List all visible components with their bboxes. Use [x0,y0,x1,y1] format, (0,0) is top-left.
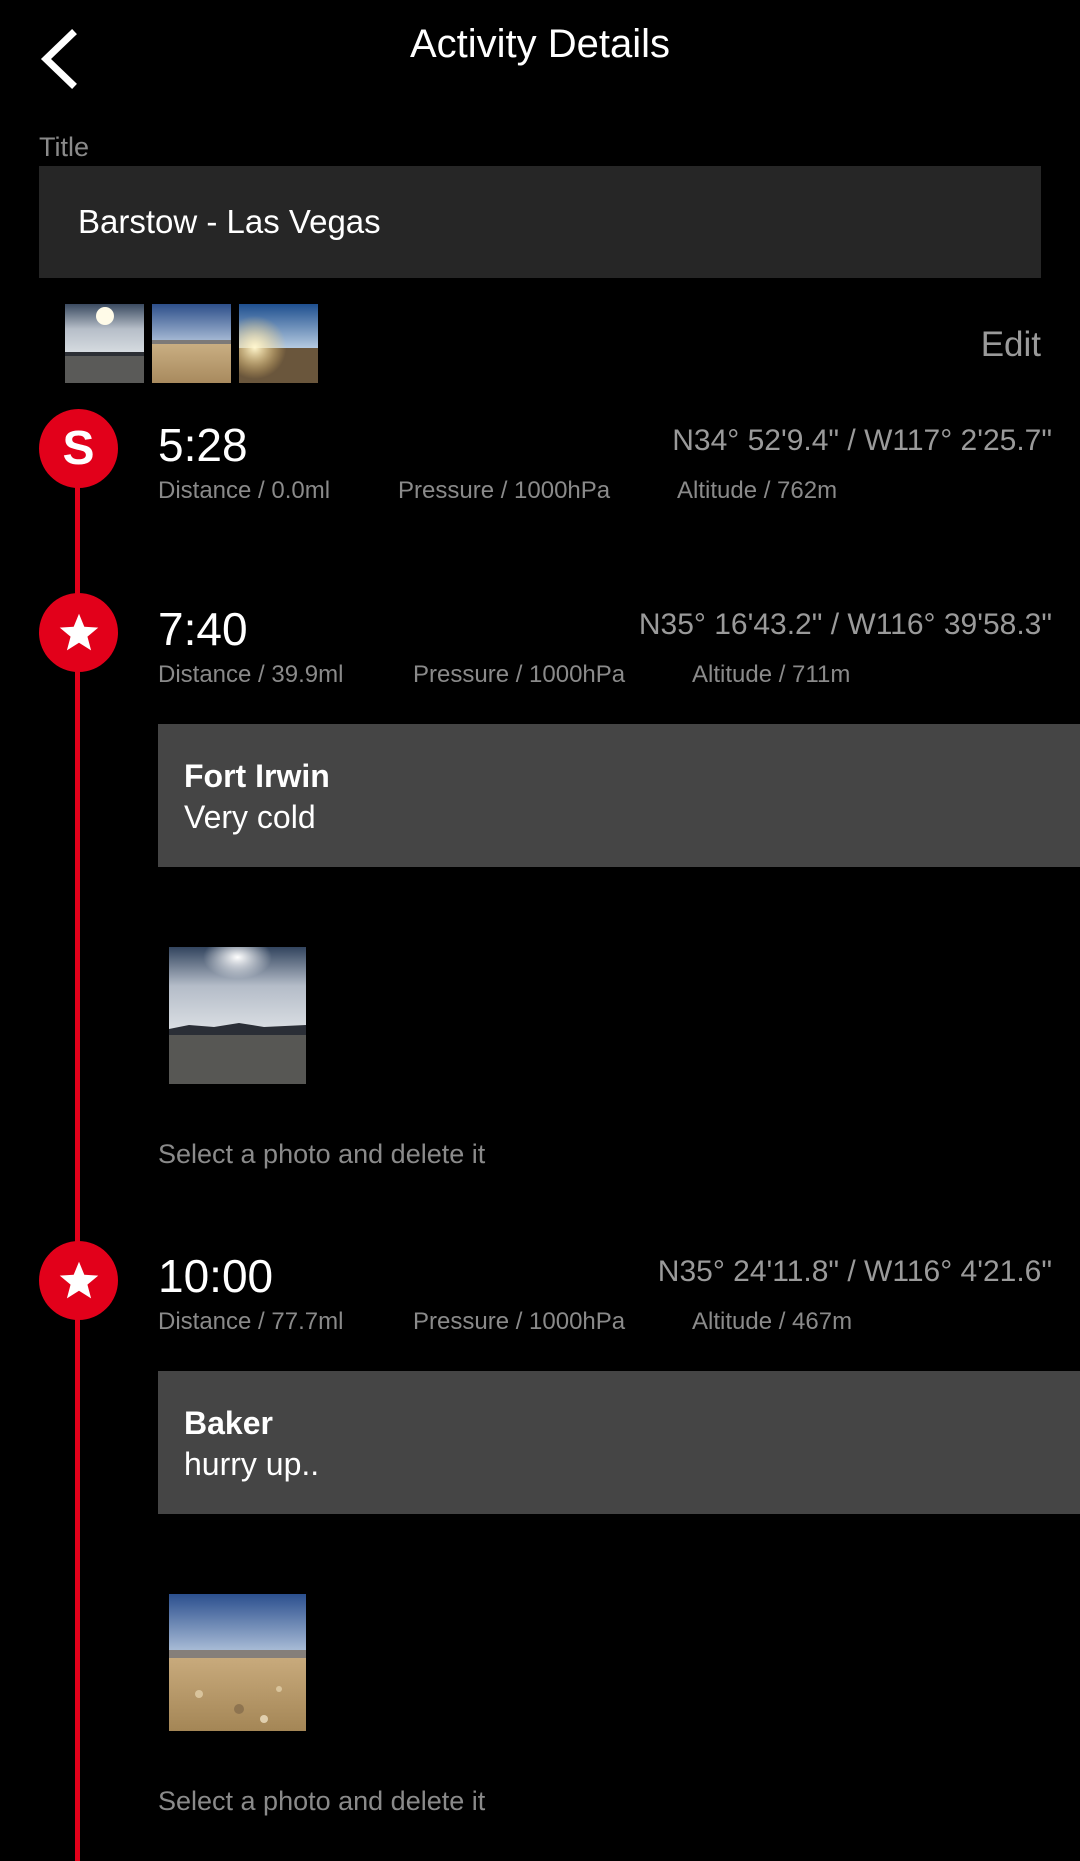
entry-pressure: Pressure / 1000hPa [413,1308,626,1335]
note-card[interactable]: Fort Irwin Very cold [158,724,1080,867]
star-marker-icon [39,593,118,672]
note-text: hurry up.. [184,1446,320,1482]
star-marker-icon [39,1241,118,1320]
page-title: Activity Details [409,22,671,66]
photo-thumbnail-3[interactable] [239,304,318,383]
entry-photo[interactable] [169,947,306,1084]
entry-coordinates: N35° 24'11.8" / W116° 4'21.6" [657,1255,1052,1288]
app-header: Activity Details [0,0,1080,100]
entry-coordinates: N35° 16'43.2" / W116° 39'58.3" [638,608,1052,641]
entry-photo[interactable] [169,1594,306,1731]
photo-thumbnail-2[interactable] [152,304,231,383]
start-marker-label: S [62,422,95,475]
note-title: Baker [184,1405,273,1441]
title-input-value: Barstow - Las Vegas [78,203,381,240]
title-label: Title [39,132,90,162]
delete-photo-hint: Select a photo and delete it [158,1139,486,1169]
start-marker-icon: S [39,409,118,488]
title-input[interactable]: Barstow - Las Vegas [39,166,1041,278]
note-text: Very cold [184,799,316,835]
entry-pressure: Pressure / 1000hPa [413,661,626,688]
entry-distance: Distance / 39.9ml [158,661,344,688]
entry-distance: Distance / 77.7ml [158,1308,344,1335]
entry-altitude: Altitude / 711m [692,661,851,688]
entry-altitude: Altitude / 762m [677,477,838,504]
delete-photo-hint: Select a photo and delete it [158,1786,486,1816]
note-title: Fort Irwin [184,758,330,794]
note-card[interactable]: Baker hurry up.. [158,1371,1080,1514]
entry-altitude: Altitude / 467m [692,1308,853,1335]
entry-time: 5:28 [158,419,248,471]
entry-time: 10:00 [158,1250,274,1302]
entry-time: 7:40 [158,603,248,655]
entry-distance: Distance / 0.0ml [158,477,331,504]
edit-button[interactable]: Edit [981,325,1041,365]
entry-coordinates: N34° 52'9.4" / W117° 2'25.7" [672,424,1052,457]
photo-thumbnail-1[interactable] [65,304,144,383]
entry-pressure: Pressure / 1000hPa [398,477,611,504]
